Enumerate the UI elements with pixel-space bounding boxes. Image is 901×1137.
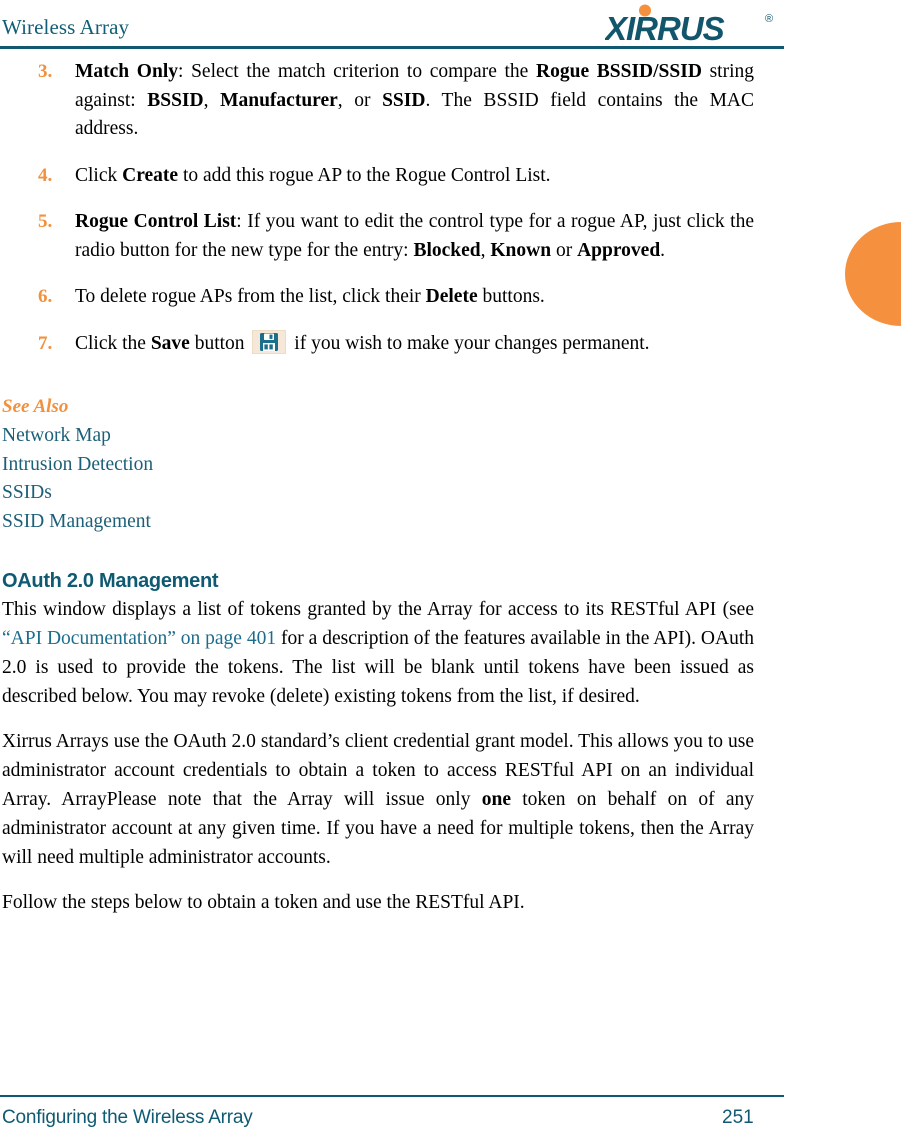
step-number: 6. (38, 286, 53, 307)
see-also-link-network-map[interactable]: Network Map (2, 422, 754, 451)
body-text: Click the (75, 332, 151, 354)
emphasis-text: Create (122, 164, 179, 186)
emphasis-text: BSSID (147, 89, 204, 111)
emphasis-text: Known (490, 239, 552, 261)
body-text: : Select the match criterion to compare … (178, 61, 537, 82)
page-content: 3. Match Only: Select the match criterio… (2, 58, 754, 917)
svg-text:®: ® (765, 13, 773, 25)
emphasis-text: Rogue BSSID/SSID (536, 61, 702, 82)
paragraph: This window displays a list of tokens gr… (2, 595, 754, 711)
see-also-link-intrusion-detection[interactable]: Intrusion Detection (2, 451, 754, 480)
step-number: 4. (38, 164, 53, 186)
footer-page-number: 251 (722, 1107, 754, 1128)
svg-text:XIRRUS: XIRRUS (605, 10, 725, 44)
xirrus-logo: XIRRUS ® (605, 4, 781, 44)
paragraph: Follow the steps below to obtain a token… (2, 888, 754, 917)
emphasis-text: Blocked (413, 239, 481, 261)
step-text: To delete rogue APs from the list, click… (75, 286, 545, 307)
document-page: Wireless Array XIRRUS ® 3. Match Only: S… (0, 0, 901, 1137)
see-also-link-ssids[interactable]: SSIDs (2, 479, 754, 508)
body-text: Follow the steps below to obtain a token… (2, 892, 525, 913)
emphasis-text: SSID (382, 89, 426, 111)
body-text: . (660, 239, 666, 261)
see-also-title: See Also (2, 396, 69, 417)
page-header: Wireless Array XIRRUS ® (0, 0, 901, 52)
list-item: 5. Rogue Control List: If you want to ed… (2, 208, 754, 265)
emphasis-text: Rogue Control List (75, 211, 237, 232)
step-text: Click Create to add this rogue AP to the… (75, 165, 551, 186)
step-text: Click the Save button if you wish to mak… (75, 329, 650, 354)
see-also-section: See Also Network Map Intrusion Detection… (2, 396, 754, 536)
paragraph: Xirrus Arrays use the OAuth 2.0 standard… (2, 727, 754, 872)
list-item: 3. Match Only: Select the match criterio… (2, 58, 754, 144)
cross-reference-link[interactable]: “API Documentation” on page 401 (2, 628, 276, 649)
page-footer: Configuring the Wireless Array 251 (0, 1089, 901, 1137)
emphasis-text: one (481, 789, 511, 810)
body-text: Click (75, 164, 123, 186)
body-text: to add this rogue AP to the Rogue Contro… (178, 164, 551, 186)
emphasis-text: Delete (425, 286, 478, 307)
body-text: , (203, 89, 221, 111)
list-item: 4. Click Create to add this rogue AP to … (2, 162, 754, 191)
list-item: 7. Click the Save button if you wish to … (2, 329, 754, 359)
body-text: , (480, 239, 491, 261)
body-text: buttons. (477, 286, 545, 307)
body-text: To delete rogue APs from the list, click… (75, 286, 426, 307)
step-text: Match Only: Select the match criterion t… (75, 61, 754, 139)
body-text: , or (337, 89, 383, 111)
body-text: This window displays a list of tokens gr… (2, 599, 754, 620)
see-also-link-ssid-management[interactable]: SSID Management (2, 508, 754, 537)
header-rule (0, 46, 784, 49)
body-text: if you wish to make your changes permane… (289, 332, 650, 354)
chapter-thumb-tab (845, 222, 901, 326)
step-text: Rogue Control List: If you want to edit … (75, 211, 754, 261)
emphasis-text: Match Only (75, 61, 178, 82)
body-text: button (189, 332, 250, 354)
list-item: 6. To delete rogue APs from the list, cl… (2, 283, 754, 312)
step-number: 5. (38, 211, 53, 232)
procedure-list: 3. Match Only: Select the match criterio… (2, 58, 754, 358)
emphasis-text: Save (150, 332, 190, 354)
footer-chapter-title: Configuring the Wireless Array (2, 1107, 253, 1128)
step-number: 3. (38, 61, 53, 82)
header-title: Wireless Array (2, 15, 130, 39)
step-number: 7. (38, 332, 53, 354)
body-text: or (551, 239, 578, 261)
emphasis-text: Manufacturer (220, 89, 338, 111)
emphasis-text: Approved (577, 239, 661, 261)
footer-rule (0, 1095, 784, 1097)
section-heading-oauth: OAuth 2.0 Management (2, 570, 219, 592)
save-floppy-icon[interactable] (252, 329, 287, 354)
